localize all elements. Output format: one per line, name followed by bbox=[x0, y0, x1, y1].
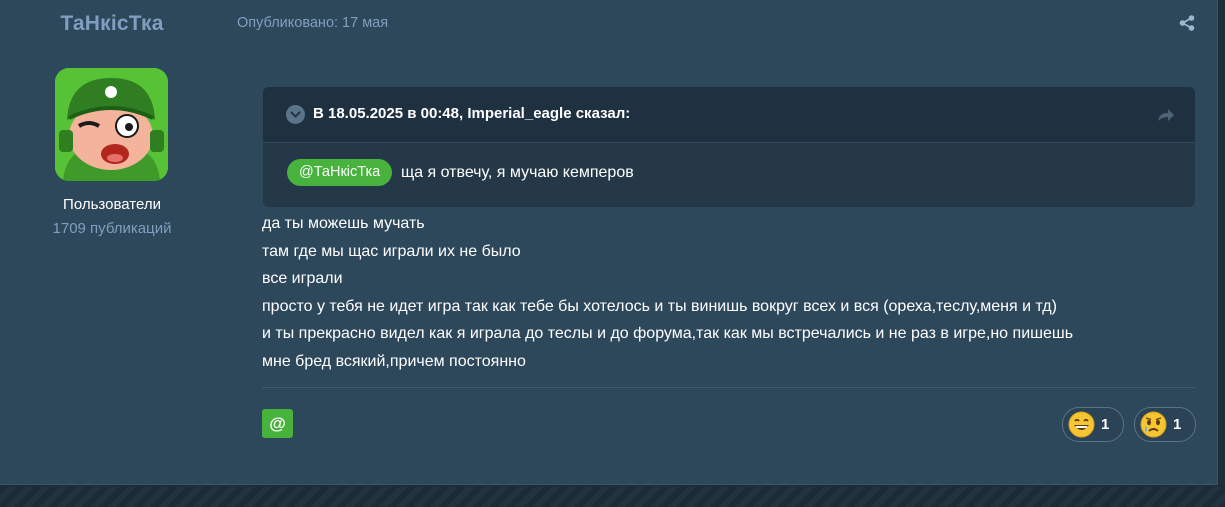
post-body-line: и ты прекрасно видел как я играла до тес… bbox=[262, 325, 1074, 342]
forum-post: ТаНкісТка Пользователи 1709 публикаций О… bbox=[0, 0, 1218, 485]
chevron-down-icon[interactable] bbox=[286, 105, 305, 124]
reaction-count: 1 bbox=[1173, 416, 1182, 433]
author-name[interactable]: ТаНкісТка bbox=[0, 12, 224, 36]
post-body-line: да ты можешь мучать bbox=[262, 215, 425, 232]
go-to-quote-icon[interactable] bbox=[1156, 107, 1176, 123]
mention-button[interactable]: @ bbox=[262, 409, 293, 438]
quote-text: ща я отвечу, я мучаю кемперов bbox=[401, 164, 634, 181]
reaction-count: 1 bbox=[1101, 416, 1110, 433]
author-post-count: 1709 публикаций bbox=[52, 220, 172, 237]
avatar-cartoon-icon bbox=[55, 68, 168, 181]
crying-face-icon bbox=[1140, 411, 1167, 438]
grinning-face-icon bbox=[1068, 411, 1095, 438]
quote-header: В 18.05.2025 в 00:48, Imperial_eagle ска… bbox=[263, 87, 1195, 143]
post-footer-divider bbox=[262, 387, 1195, 388]
quote-block: В 18.05.2025 в 00:48, Imperial_eagle ска… bbox=[263, 87, 1195, 207]
author-panel: ТаНкісТка Пользователи 1709 публикаций bbox=[0, 0, 224, 484]
post-body-line: там где мы щас играли их не было bbox=[262, 242, 521, 260]
post-date[interactable]: Опубликовано: 17 мая bbox=[237, 15, 388, 31]
author-group: Пользователи bbox=[63, 196, 161, 213]
share-icon[interactable] bbox=[1178, 14, 1196, 32]
post-body-line: просто у тебя не идет игра так как тебе … bbox=[262, 297, 1057, 315]
avatar[interactable] bbox=[55, 68, 168, 181]
page-background-strip bbox=[0, 487, 1225, 507]
post-body-line: все играли bbox=[262, 270, 343, 287]
reaction-crying[interactable]: 1 bbox=[1134, 407, 1196, 442]
quote-mention-chip[interactable]: @ТаНкісТка bbox=[287, 159, 393, 186]
post-body: да ты можешь мучать там где мы щас играл… bbox=[262, 210, 1202, 375]
post-body-line: мне бред всякий,причем постоянно bbox=[262, 352, 526, 370]
quote-citation[interactable]: В 18.05.2025 в 00:48, Imperial_eagle ска… bbox=[313, 105, 630, 122]
reaction-grinning[interactable]: 1 bbox=[1062, 407, 1124, 442]
